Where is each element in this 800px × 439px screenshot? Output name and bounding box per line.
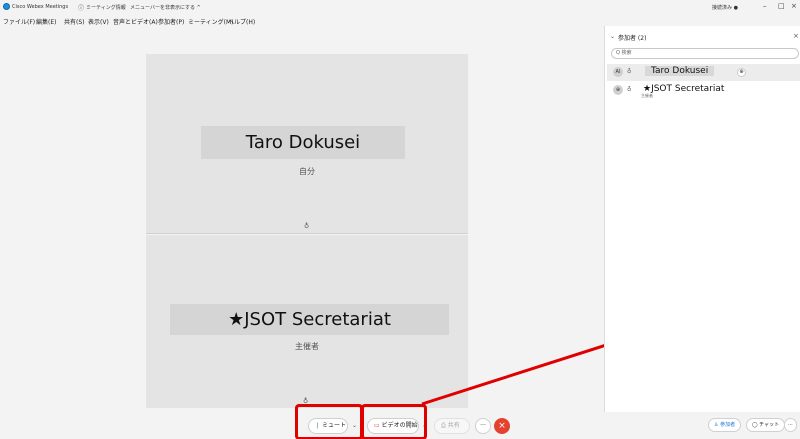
end-meeting-button[interactable]: × <box>494 418 510 434</box>
panel-header: ⌄ 参加者 (2) × <box>605 26 800 44</box>
participant-row-name: ★JSOT Secretariat <box>643 84 725 94</box>
annotation-highlight-mute <box>295 404 363 439</box>
participant-name: ★JSOT Secretariat <box>170 304 449 335</box>
microphone-icon: ♁ <box>627 68 632 75</box>
participant-row[interactable]: ⊕ ♁ ★JSOT Secretariat 主催者 <box>607 82 800 99</box>
host-marker-icon: ⊕ <box>737 68 746 77</box>
menu-participant[interactable]: 参加者(P) <box>158 17 184 26</box>
collapse-chevron-down-icon[interactable]: ⌄ <box>610 33 615 40</box>
panel-title: 参加者 (2) <box>618 35 647 42</box>
participant-role: 自分 <box>299 167 315 176</box>
annotation-highlight-video <box>361 404 427 439</box>
more-panels-button[interactable]: ··· <box>784 418 797 432</box>
video-tile-host[interactable]: ★JSOT Secretariat 主催者 ♁ <box>146 235 468 408</box>
maximize-button[interactable]: □ <box>778 2 785 10</box>
microphone-icon: ♁ <box>627 86 632 93</box>
participants-panel: ⌄ 参加者 (2) × Q 検索 AI ♁ Taro Dokusei ⊕ ⊕ ♁… <box>604 26 800 412</box>
participant-row-role: 主催者 <box>641 93 653 98</box>
title-bar: Cisco Webex Meetings ⓘ ミーティング情報 メニューバーを非… <box>0 0 800 14</box>
video-stage: Taro Dokusei 自分 ♁ ★JSOT Secretariat 主催者 … <box>0 26 604 412</box>
connection-status[interactable]: 接続済み ● <box>712 4 738 11</box>
webex-logo-icon <box>3 3 10 10</box>
share-label: 共有 <box>447 422 460 429</box>
participant-row[interactable]: AI ♁ Taro Dokusei ⊕ <box>607 64 800 81</box>
menu-meeting[interactable]: ミーティング(M) <box>188 17 234 26</box>
participant-role: 主催者 <box>295 342 319 351</box>
participants-tab-button[interactable]: ♙ 参加者 <box>708 418 742 432</box>
share-button[interactable]: ⎙ 共有 <box>434 418 470 434</box>
menu-share[interactable]: 共有(S) <box>64 17 85 26</box>
menu-bar: ファイル(F) 編集(E) 共有(S) 表示(V) 音声とビデオ(A) 参加者(… <box>0 14 800 26</box>
minimize-button[interactable]: – <box>763 2 767 10</box>
menu-view[interactable]: 表示(V) <box>88 17 109 26</box>
panel-footer: ♙ 参加者 ◯ チャット ··· <box>604 412 800 439</box>
chat-tab-button[interactable]: ◯ チャット <box>746 418 786 432</box>
close-panel-icon[interactable]: × <box>793 32 799 40</box>
meeting-info-link[interactable]: ミーティング情報 <box>86 4 126 11</box>
info-icon[interactable]: ⓘ <box>78 3 84 12</box>
menu-file[interactable]: ファイル(F) <box>3 17 35 26</box>
participant-row-name: Taro Dokusei <box>645 66 715 76</box>
video-tile-self[interactable]: Taro Dokusei 自分 ♁ <box>146 54 468 234</box>
more-options-button[interactable]: ··· <box>475 418 491 434</box>
microphone-icon: ♁ <box>304 222 310 230</box>
hide-menubar-link[interactable]: メニューバーを非表示にする ^ <box>130 4 201 11</box>
close-window-button[interactable]: × <box>791 2 797 10</box>
menu-edit[interactable]: 編集(E) <box>36 17 56 26</box>
participant-name: Taro Dokusei <box>201 126 405 159</box>
avatar: ⊕ <box>613 85 623 95</box>
app-title: Cisco Webex Meetings <box>12 4 69 10</box>
avatar: AI <box>613 67 623 77</box>
search-input[interactable]: Q 検索 <box>611 48 799 59</box>
menu-help[interactable]: ヘルプ(H) <box>228 17 255 26</box>
share-icon: ⎙ <box>441 422 446 429</box>
menu-audio-video[interactable]: 音声とビデオ(A) <box>113 17 158 26</box>
